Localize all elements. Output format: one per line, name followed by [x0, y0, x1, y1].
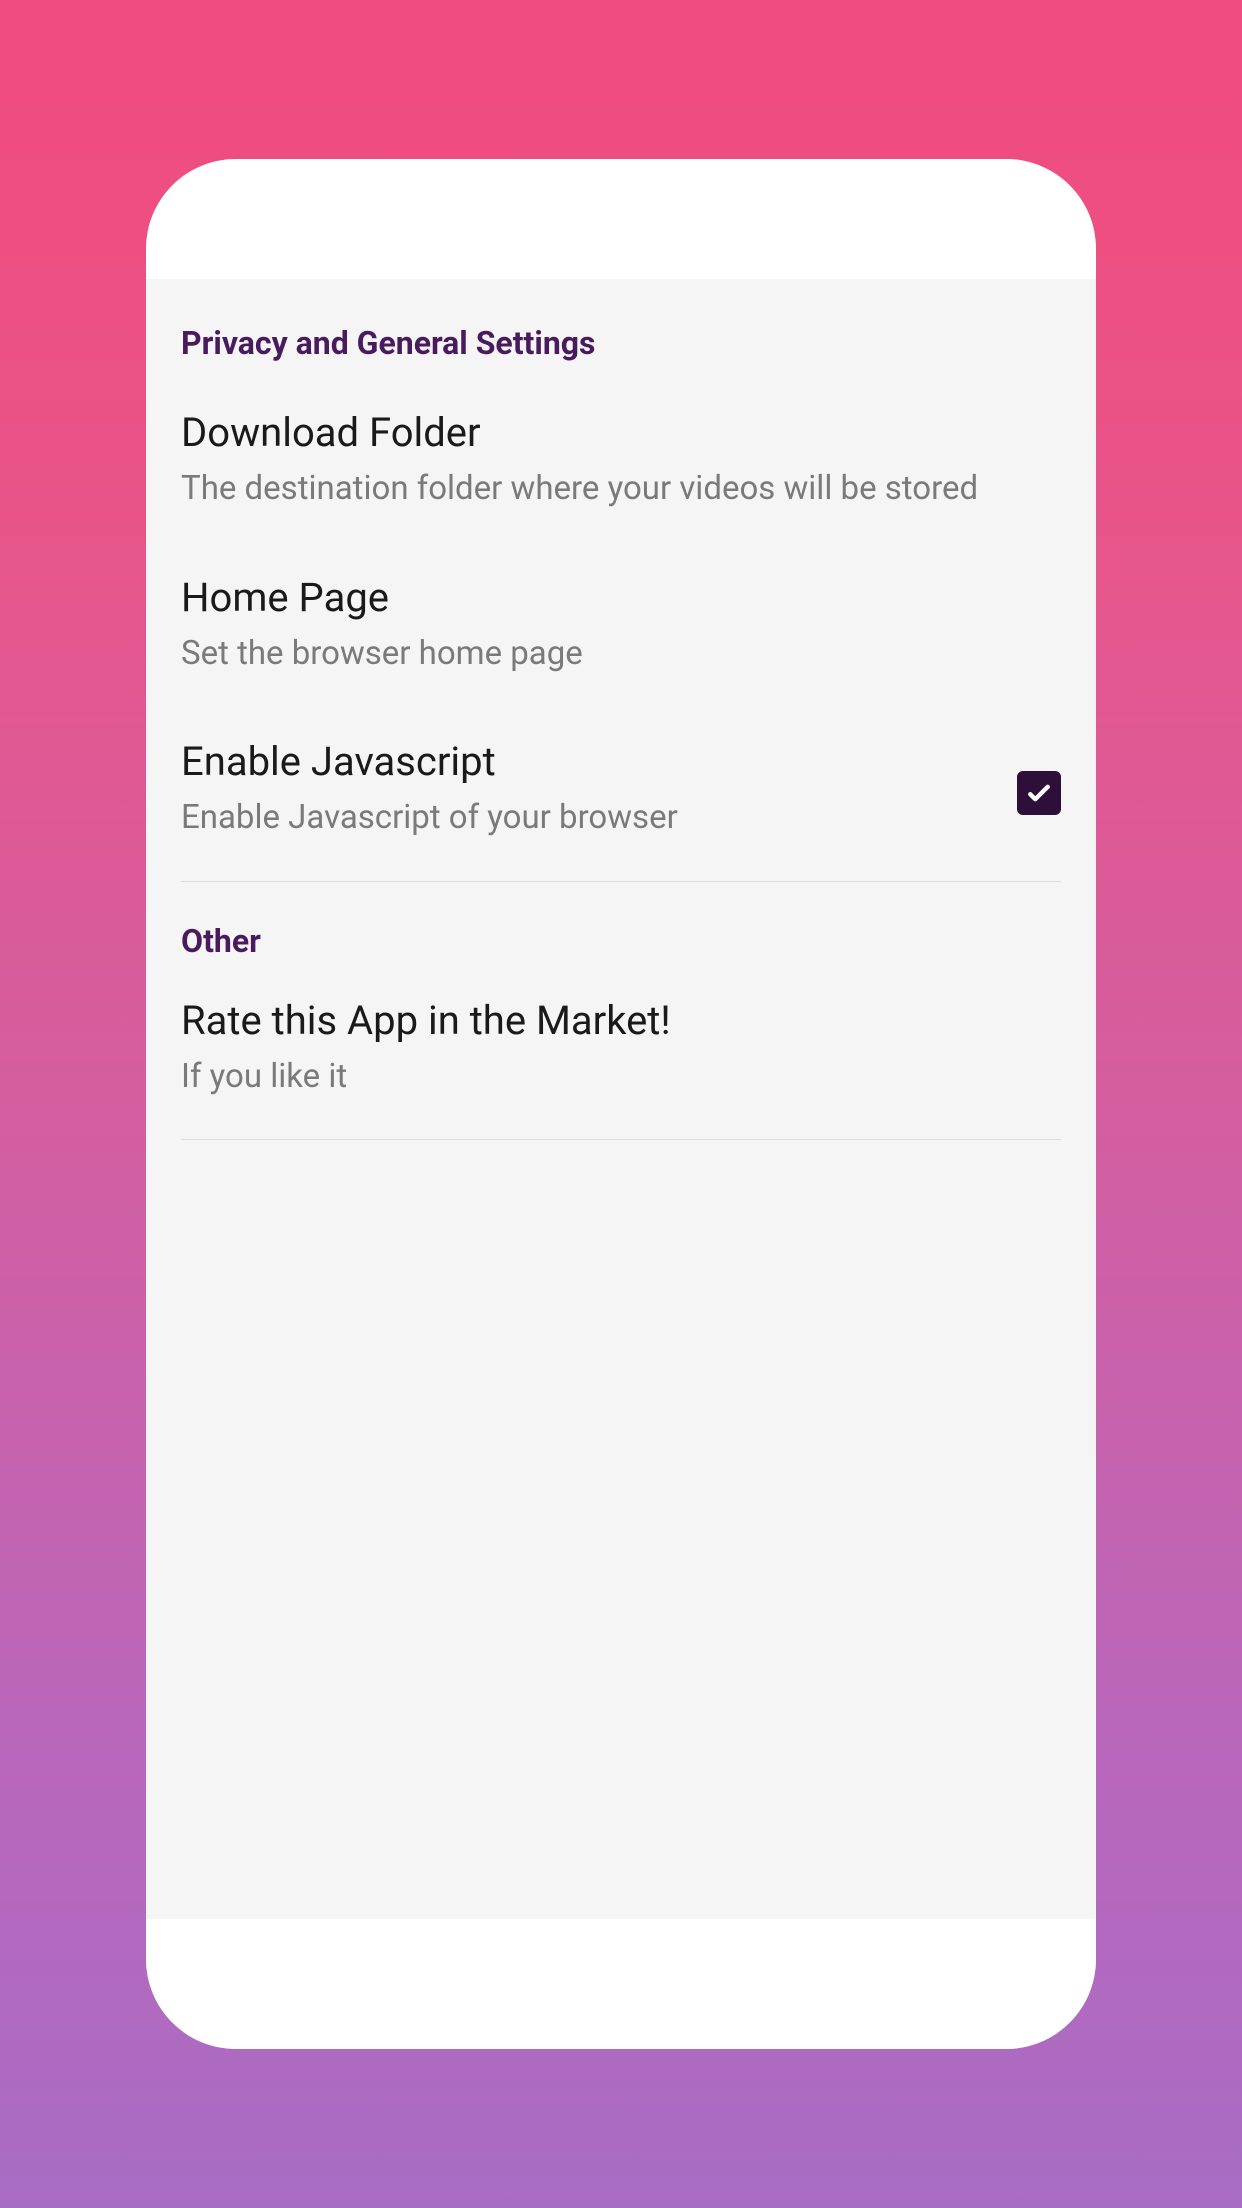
setting-title: Rate this App in the Market!: [181, 995, 1061, 1047]
section-header-privacy: Privacy and General Settings: [181, 309, 1061, 382]
phone-bottom-bezel: [146, 1919, 1096, 2049]
setting-title: Download Folder: [181, 407, 1061, 459]
setting-rate-app[interactable]: Rate this App in the Market! If you like…: [181, 970, 1061, 1141]
phone-top-bezel: [146, 159, 1096, 279]
setting-text-container: Enable Javascript Enable Javascript of y…: [181, 736, 1017, 841]
setting-title: Enable Javascript: [181, 736, 987, 788]
setting-title: Home Page: [181, 572, 1061, 624]
checkmark-icon: [1024, 778, 1054, 808]
setting-subtitle: If you like it: [181, 1055, 1061, 1100]
setting-row: Enable Javascript Enable Javascript of y…: [181, 736, 1061, 841]
checkbox-enable-javascript[interactable]: [1017, 771, 1061, 815]
setting-download-folder[interactable]: Download Folder The destination folder w…: [181, 382, 1061, 547]
setting-subtitle: Set the browser home page: [181, 632, 1061, 677]
settings-content: Privacy and General Settings Download Fo…: [146, 279, 1096, 1170]
phone-frame: Privacy and General Settings Download Fo…: [146, 159, 1096, 2049]
section-header-other: Other: [181, 882, 1061, 970]
setting-home-page[interactable]: Home Page Set the browser home page: [181, 547, 1061, 712]
settings-screen: Privacy and General Settings Download Fo…: [146, 279, 1096, 1919]
setting-enable-javascript[interactable]: Enable Javascript Enable Javascript of y…: [181, 711, 1061, 882]
setting-subtitle: Enable Javascript of your browser: [181, 796, 987, 841]
setting-subtitle: The destination folder where your videos…: [181, 467, 1061, 512]
